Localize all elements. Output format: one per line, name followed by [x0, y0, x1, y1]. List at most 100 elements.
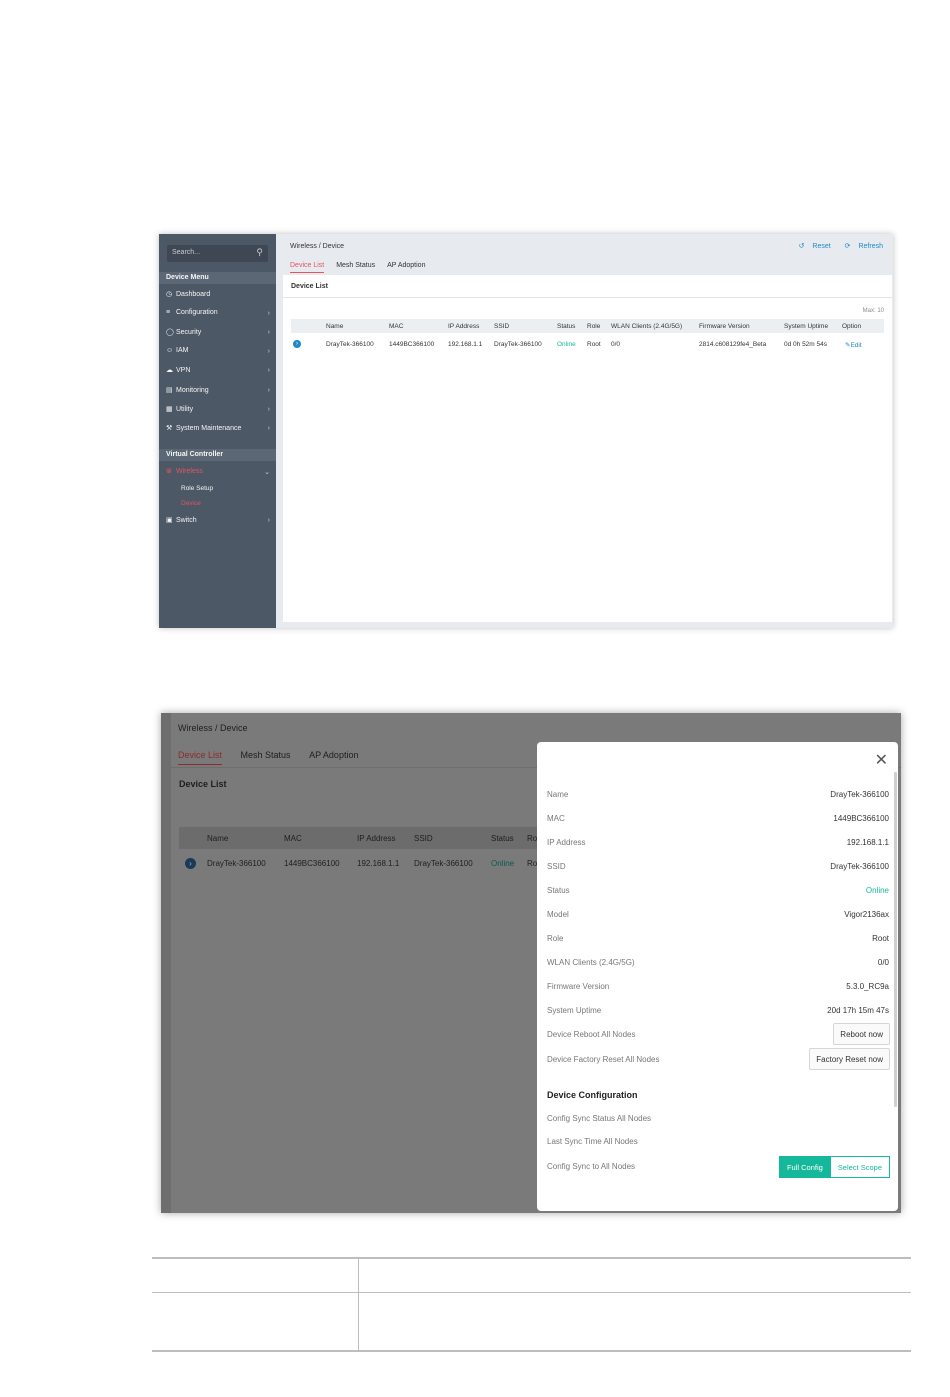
field-label: Role: [547, 934, 564, 943]
sidebar-item-configuration[interactable]: ≡ Configuration ›: [166, 309, 272, 323]
sidebar-subitem-role-setup[interactable]: Role Setup: [181, 485, 213, 492]
device-list-panel: Device List Max: 10 Name MAC IP Address …: [283, 275, 892, 622]
cloud-icon: ☁: [166, 367, 173, 374]
chevron-right-icon: ›: [267, 310, 270, 317]
cell-ssid: DrayTek-366100: [494, 341, 542, 348]
cell-mac: 1449BC366100: [389, 341, 435, 348]
cell-name: DrayTek-366100: [207, 859, 266, 868]
sidebar-item-label: Configuration: [176, 309, 218, 316]
search-placeholder: Search...: [172, 249, 201, 256]
cell-role: Ro: [527, 859, 538, 868]
screenshot-device-detail-modal: Wireless / Device Device List Mesh Statu…: [161, 713, 901, 1213]
sidebar-item-iam[interactable]: ☺ IAM ›: [166, 347, 272, 361]
sync-status-label: Config Sync Status All Nodes: [547, 1114, 652, 1123]
sidebar-item-label: System Maintenance: [176, 425, 242, 432]
expand-icon[interactable]: ›: [293, 340, 301, 348]
expand-icon[interactable]: ›: [185, 858, 196, 869]
chevron-right-icon: ›: [267, 329, 270, 336]
sidebar-item-label: Switch: [176, 517, 197, 524]
field-label: System Uptime: [547, 1006, 602, 1015]
sync-status-row: Config Sync Status All Nodes: [547, 1114, 889, 1128]
field-label: Model: [547, 910, 569, 919]
sidebar-subitem-device[interactable]: Device: [181, 500, 201, 507]
panel-title: Device List: [179, 779, 227, 789]
cell-ip: 192.168.1.1: [448, 341, 483, 348]
column-header: WLAN Clients (2.4G/5G): [611, 323, 683, 330]
field-wlan-clients: WLAN Clients (2.4G/5G) 0/0: [547, 958, 889, 972]
sidebar-item-label: Wireless: [176, 468, 203, 475]
cell-ssid: DrayTek-366100: [414, 859, 473, 868]
select-scope-button[interactable]: Select Scope: [830, 1156, 890, 1178]
refresh-icon: ⟳: [844, 243, 851, 250]
factory-reset-label: Device Factory Reset All Nodes: [547, 1055, 660, 1064]
search-input[interactable]: Search... ⚲: [167, 245, 268, 262]
chevron-right-icon: ›: [267, 387, 270, 394]
tab-device-list[interactable]: Device List: [178, 750, 223, 765]
factory-reset-now-button[interactable]: Factory Reset now: [809, 1048, 890, 1070]
field-firmware-version: Firmware Version 5.3.0_RC9a: [547, 982, 889, 996]
table-row[interactable]: › DrayTek-366100 1449BC366100 192.168.1.…: [179, 855, 539, 873]
sidebar-item-wireless[interactable]: ⋓ Wireless ⌄: [166, 467, 272, 481]
monitor-icon: ▤: [166, 387, 173, 394]
refresh-button[interactable]: ⟳ Refresh: [839, 243, 883, 250]
field-label: Firmware Version: [547, 982, 610, 991]
header-actions: ↺ Reset ⟳ Refresh: [787, 242, 883, 250]
modal-scrollbar[interactable]: [894, 772, 897, 1107]
wireless-icon: ⋓: [166, 468, 172, 475]
close-icon[interactable]: ✕: [875, 750, 888, 770]
panel-title: Device List: [291, 283, 328, 290]
table-row[interactable]: › DrayTek-366100 1449BC366100 192.168.1.…: [291, 337, 884, 351]
sliders-icon: ≡: [166, 309, 171, 316]
column-header: Role: [587, 323, 601, 330]
sidebar-item-monitoring[interactable]: ▤ Monitoring ›: [166, 386, 272, 400]
chevron-right-icon: ›: [267, 348, 270, 355]
sidebar-item-label: Monitoring: [176, 387, 209, 394]
sidebar-item-utility[interactable]: ▦ Utility ›: [166, 405, 272, 419]
sidebar-edge: [161, 713, 171, 1213]
tab-mesh-status[interactable]: Mesh Status: [336, 262, 375, 272]
tab-mesh-status[interactable]: Mesh Status: [241, 750, 291, 764]
column-header: MAC: [284, 834, 302, 843]
reset-icon: ↺: [798, 243, 805, 250]
sidebar-item-switch[interactable]: ▣ Switch ›: [166, 516, 272, 530]
main-content: Wireless / Device ↺ Reset ⟳ Refresh Devi…: [276, 234, 893, 628]
tab-ap-adoption[interactable]: AP Adoption: [309, 750, 358, 764]
field-value: 20d 17h 15m 47s: [827, 1006, 889, 1015]
chevron-right-icon: ›: [267, 367, 270, 374]
sidebar-item-vpn[interactable]: ☁ VPN ›: [166, 366, 272, 380]
reboot-label: Device Reboot All Nodes: [547, 1030, 636, 1039]
cell-name: DrayTek-366100: [326, 341, 374, 348]
document-table: [152, 1257, 911, 1352]
column-header: MAC: [389, 323, 404, 330]
tab-device-list[interactable]: Device List: [290, 262, 325, 273]
search-icon[interactable]: ⚲: [256, 247, 263, 258]
virtual-controller-heading: Virtual Controller: [159, 449, 276, 461]
breadcrumb: Wireless / Device: [290, 243, 345, 250]
divider: [283, 297, 892, 298]
column-header: Firmware Version: [699, 323, 750, 330]
wrench-icon: ⚒: [166, 425, 173, 432]
sidebar-item-system-maintenance[interactable]: ⚒ System Maintenance ›: [166, 424, 272, 438]
config-sync-label: Config Sync to All Nodes: [547, 1162, 636, 1171]
tab-ap-adoption[interactable]: AP Adoption: [387, 262, 425, 272]
field-ip-address: IP Address 192.168.1.1: [547, 838, 889, 852]
field-value: Online: [865, 886, 889, 895]
field-label: Status: [547, 886, 570, 895]
cell-ip: 192.168.1.1: [357, 859, 400, 868]
reboot-now-button[interactable]: Reboot now: [833, 1023, 890, 1045]
table-rule: [152, 1257, 911, 1259]
column-header: Name: [326, 323, 344, 330]
sidebar-item-security[interactable]: ◯ Security ›: [166, 328, 272, 342]
table-rule: [152, 1350, 911, 1352]
field-value: Vigor2136ax: [844, 910, 889, 919]
sidebar-item-label: Dashboard: [176, 291, 211, 298]
field-value: 192.168.1.1: [846, 838, 889, 847]
reset-button[interactable]: ↺ Reset: [793, 243, 831, 250]
field-value: DrayTek-366100: [830, 790, 889, 799]
field-value: 5.3.0_RC9a: [846, 982, 889, 991]
edit-link[interactable]: ✎Edit: [845, 341, 862, 349]
sidebar-item-dashboard[interactable]: ◷ Dashboard: [166, 290, 272, 304]
tab-bar: Device List Mesh Status AP Adoption: [290, 262, 435, 273]
cell-firmware: 2814.c608129fe4_Beta: [699, 341, 767, 348]
full-config-button[interactable]: Full Config: [778, 1156, 831, 1178]
